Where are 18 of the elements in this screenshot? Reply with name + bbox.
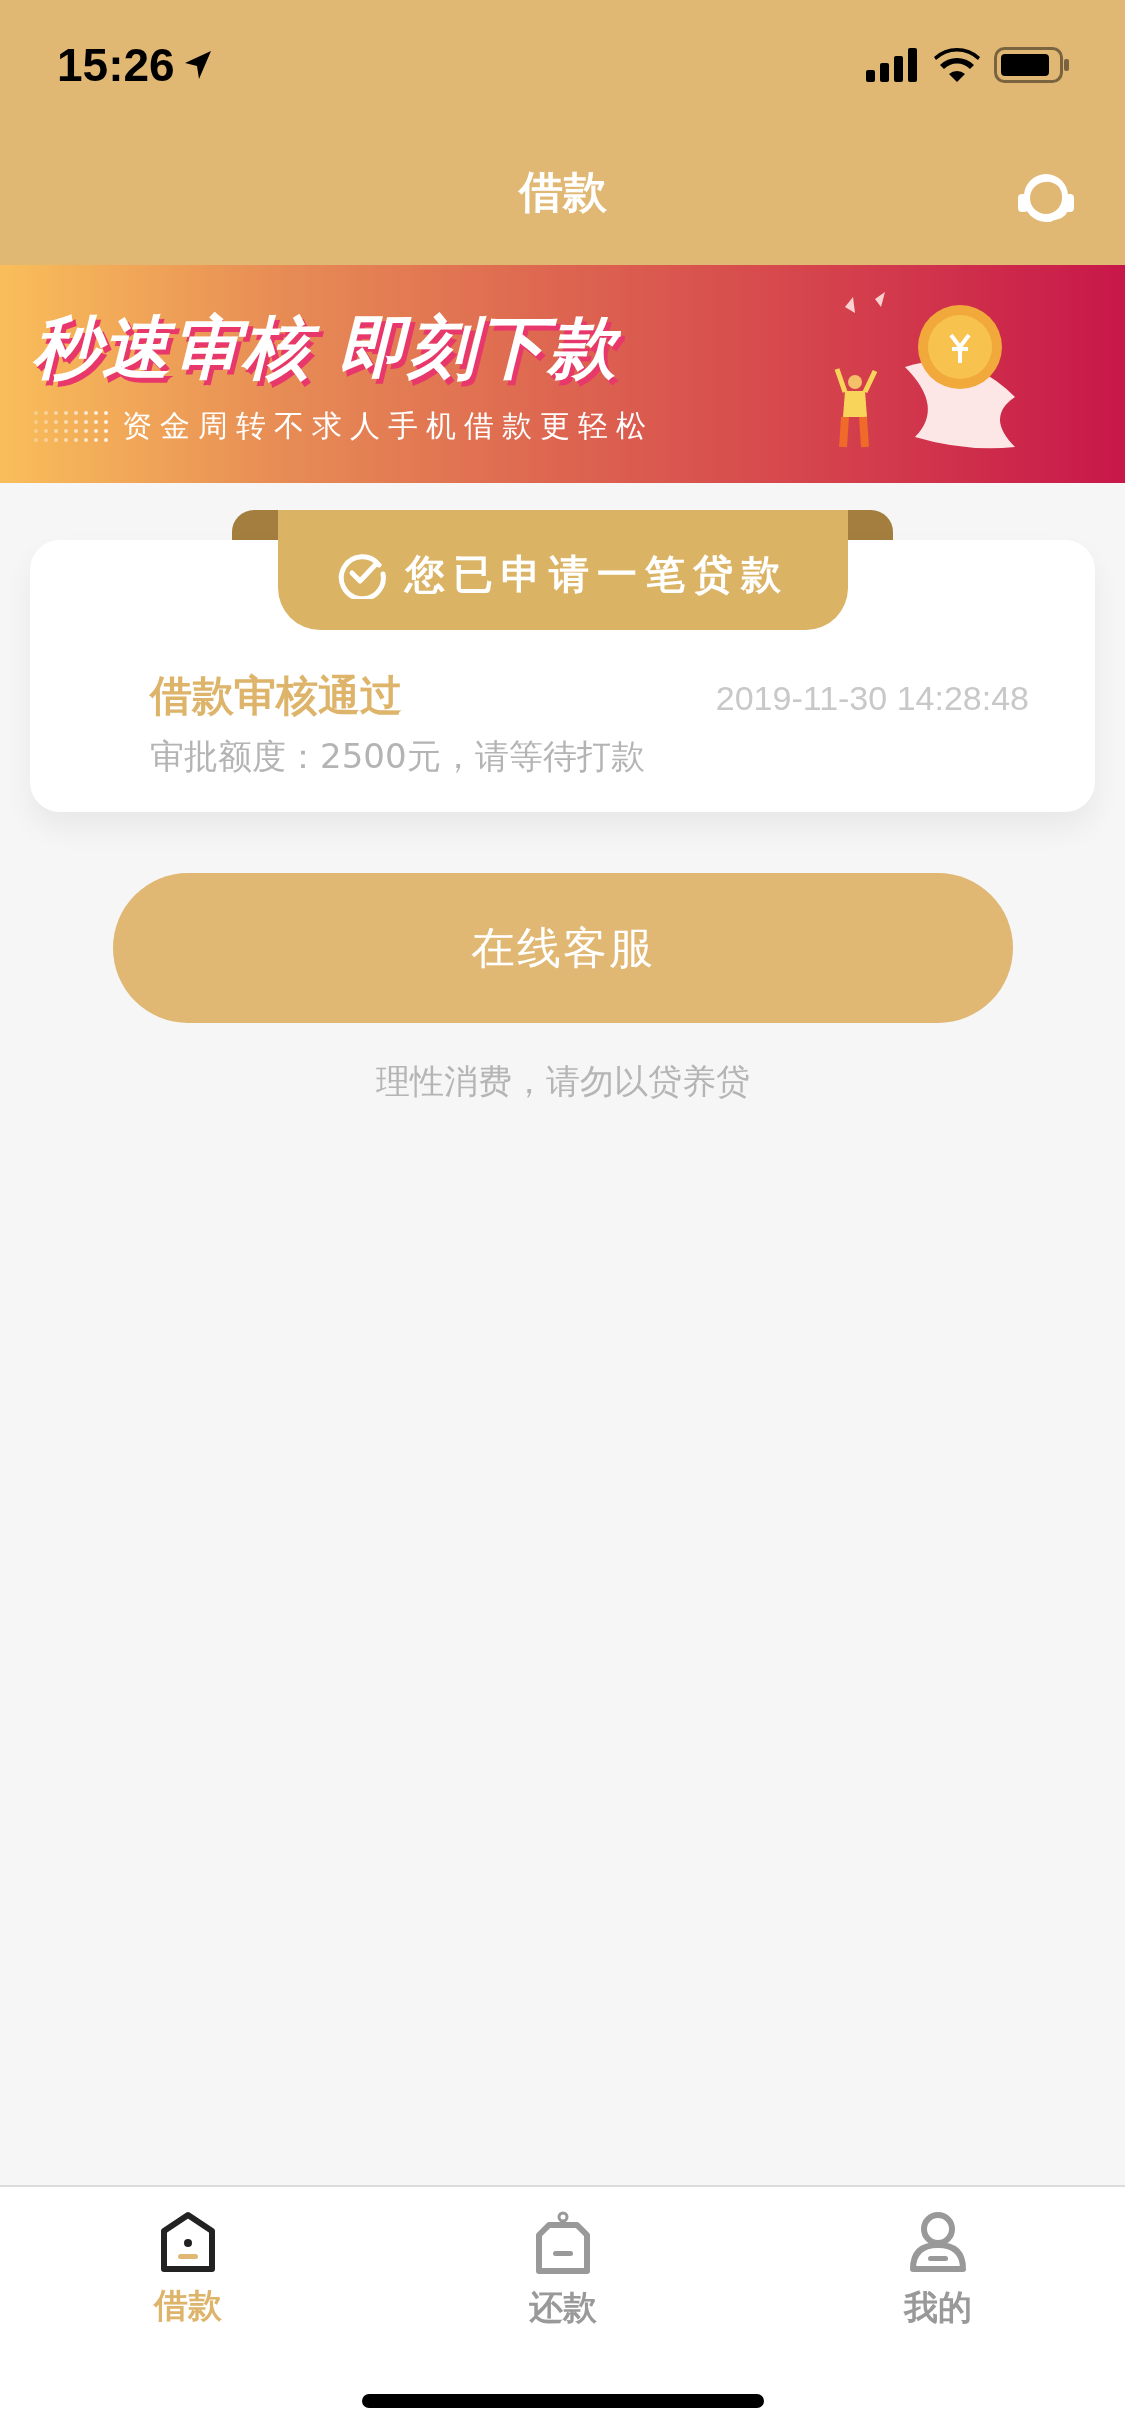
online-service-button[interactable]: 在线客服 xyxy=(112,873,1013,1023)
notice-text: 理性消费，请勿以贷养贷 xyxy=(375,1060,750,1103)
tab-item[interactable]: 借款 xyxy=(87,2207,288,2335)
approval-detail: 审批额度：2500元，请等待打款 xyxy=(150,735,646,778)
ribbon-title: 您已申请一笔贷款 xyxy=(405,549,789,599)
battery-icon xyxy=(994,47,1070,83)
status-time: 15:26 xyxy=(57,38,175,92)
person-icon xyxy=(908,2211,967,2275)
wifi-icon xyxy=(934,48,980,82)
tab-item[interactable]: 还款 xyxy=(462,2207,663,2335)
signal-icon xyxy=(866,48,920,82)
tab-item[interactable]: 我的 xyxy=(837,2207,1038,2335)
page-title: 借款 xyxy=(518,165,607,219)
loan-status: 借款审核通过 xyxy=(150,670,402,722)
banner-headline: 秒速审核 即刻下款 xyxy=(32,303,654,394)
bag-icon xyxy=(534,2211,591,2275)
house-icon xyxy=(159,2211,216,2273)
banner-subtitle: 资金周转不求人手机借款更轻松 xyxy=(122,407,654,445)
